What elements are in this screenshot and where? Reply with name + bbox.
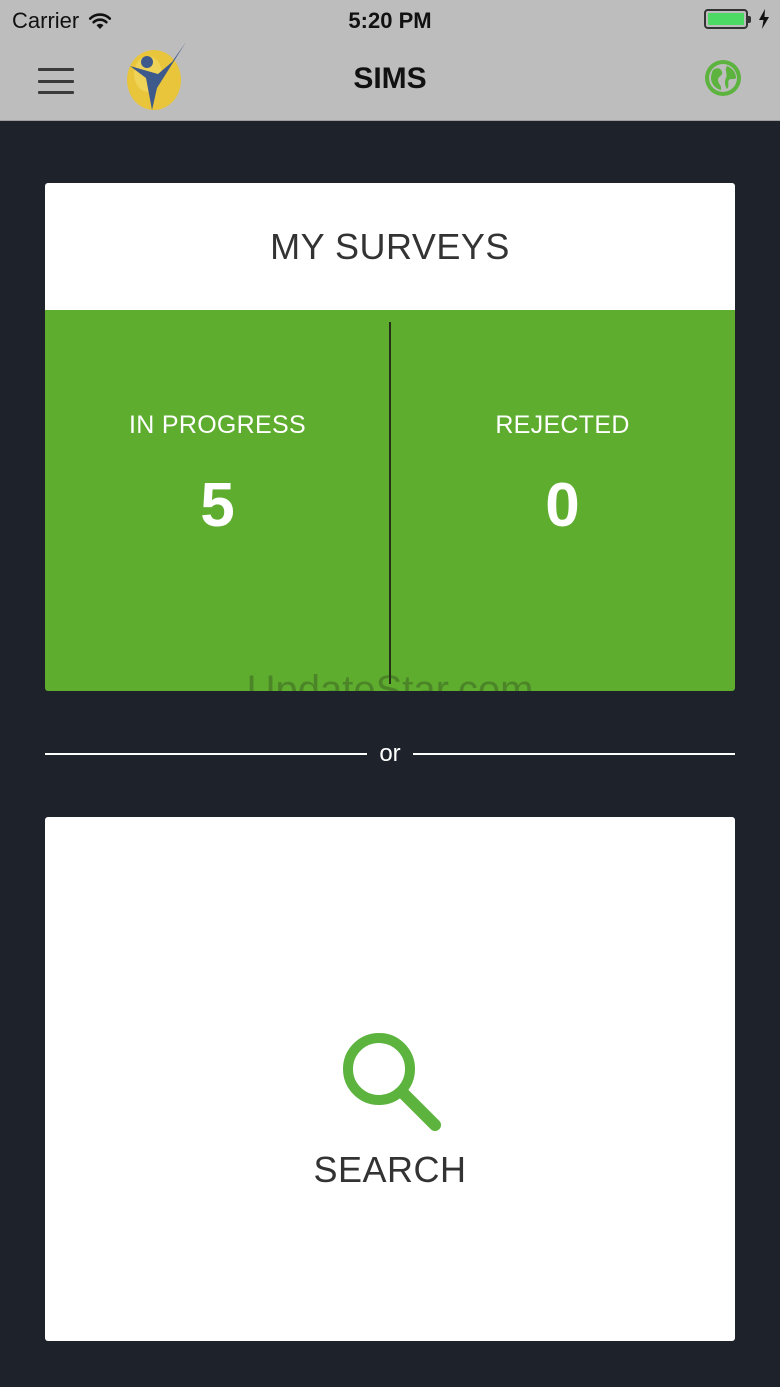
navigation-bar: SIMS	[0, 40, 780, 121]
watermark: UpdateStar.com	[246, 668, 534, 691]
battery-icon	[704, 9, 751, 29]
search-button[interactable]: SEARCH	[45, 817, 735, 1341]
in-progress-stat[interactable]: IN PROGRESS 5	[45, 310, 390, 691]
battery-fill	[708, 13, 744, 25]
my-surveys-card: MY SURVEYS IN PROGRESS 5 REJECTED 0 Upda…	[45, 183, 735, 691]
my-surveys-header: MY SURVEYS	[45, 183, 735, 310]
separator-line-right	[412, 753, 735, 755]
or-label: or	[379, 740, 401, 767]
status-time: 5:20 PM	[348, 8, 432, 33]
charging-bolt-icon	[759, 9, 769, 29]
stats-divider	[389, 322, 391, 684]
in-progress-count: 5	[200, 471, 235, 540]
search-label: SEARCH	[313, 1149, 467, 1190]
in-progress-label: IN PROGRESS	[129, 411, 306, 439]
search-icon	[343, 1033, 441, 1131]
rejected-stat[interactable]: REJECTED 0	[390, 310, 735, 691]
or-separator: or	[45, 738, 735, 770]
survey-stats-panel: IN PROGRESS 5 REJECTED 0 UpdateStar.com	[45, 310, 735, 691]
status-bar: Carrier 5:20 PM	[0, 0, 780, 40]
page-title: SIMS	[353, 62, 427, 95]
rejected-label: REJECTED	[495, 411, 630, 439]
battery-indicator	[704, 9, 770, 29]
globe-icon[interactable]	[703, 58, 743, 98]
separator-line-left	[45, 753, 368, 755]
rejected-count: 0	[545, 471, 580, 540]
